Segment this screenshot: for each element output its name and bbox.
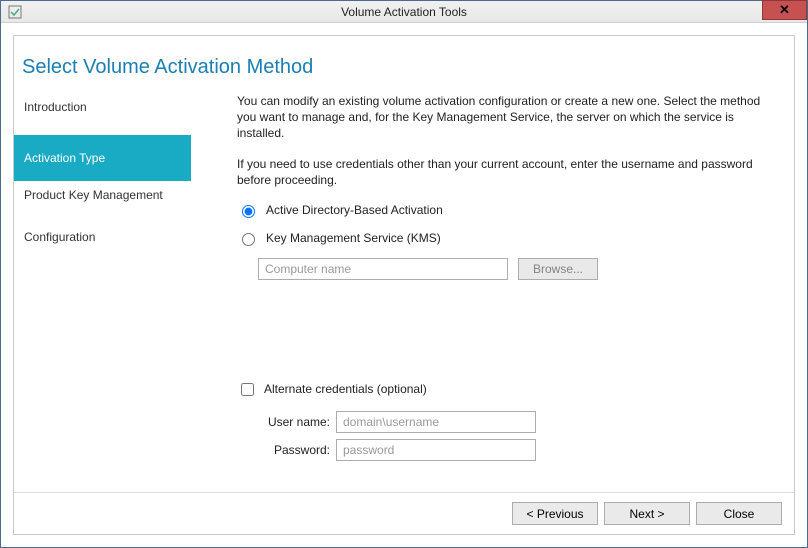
sidebar-item-activation-type[interactable]: Activation Type [14, 135, 191, 181]
computer-name-input[interactable] [258, 258, 508, 280]
content-panel: Select Volume Activation Method Introduc… [13, 35, 795, 535]
radio-ad-label: Active Directory-Based Activation [266, 203, 443, 217]
alt-creds-label: Alternate credentials (optional) [264, 382, 427, 396]
titlebar: Volume Activation Tools ✕ [1, 1, 807, 23]
kms-input-row: Browse... [258, 258, 770, 280]
sidebar-item-introduction[interactable]: Introduction [14, 93, 191, 121]
username-row: User name: [258, 411, 770, 433]
app-icon [7, 4, 23, 20]
close-icon: ✕ [779, 2, 790, 18]
password-row: Password: [258, 439, 770, 461]
sidebar-item-product-key-management[interactable]: Product Key Management [14, 181, 191, 209]
username-label: User name: [258, 415, 330, 429]
page-title: Select Volume Activation Method [14, 36, 794, 91]
close-button[interactable]: ✕ [762, 0, 807, 20]
wizard-footer: < Previous Next > Close [14, 492, 794, 534]
radio-row-kms: Key Management Service (KMS) [237, 230, 770, 246]
alt-creds-row: Alternate credentials (optional) [237, 380, 770, 399]
next-button[interactable]: Next > [604, 502, 690, 525]
radio-row-ad: Active Directory-Based Activation [237, 202, 770, 218]
creds-paragraph: If you need to use credentials other tha… [237, 156, 770, 188]
alt-creds-checkbox[interactable] [241, 383, 254, 396]
previous-button[interactable]: < Previous [512, 502, 598, 525]
close-wizard-button[interactable]: Close [696, 502, 782, 525]
password-input[interactable] [336, 439, 536, 461]
password-label: Password: [258, 443, 330, 457]
body-grid: Introduction Activation Type Product Key… [14, 91, 794, 483]
content-outer: Select Volume Activation Method Introduc… [1, 23, 807, 547]
intro-paragraph: You can modify an existing volume activa… [237, 93, 770, 142]
radio-ad-activation[interactable] [242, 205, 255, 218]
radio-kms[interactable] [242, 233, 255, 246]
radio-kms-label: Key Management Service (KMS) [266, 231, 441, 245]
username-input[interactable] [336, 411, 536, 433]
window-title: Volume Activation Tools [341, 5, 467, 19]
credentials-block: Alternate credentials (optional) User na… [237, 380, 770, 461]
sidebar: Introduction Activation Type Product Key… [14, 91, 191, 483]
window-frame: Volume Activation Tools ✕ Select Volume … [0, 0, 808, 548]
sidebar-item-configuration[interactable]: Configuration [14, 223, 191, 251]
browse-button[interactable]: Browse... [518, 258, 598, 280]
main-area: You can modify an existing volume activa… [191, 91, 794, 483]
